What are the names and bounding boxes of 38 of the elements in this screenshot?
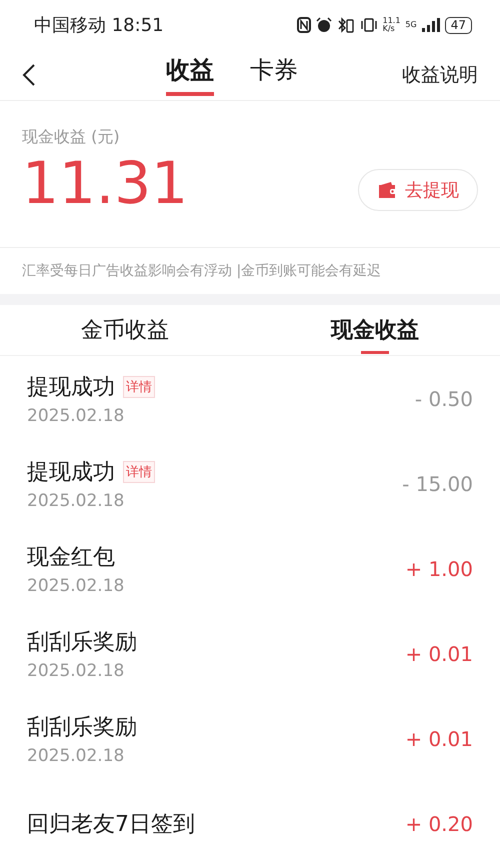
record-date: 2025.02.18 bbox=[27, 660, 126, 681]
battery-level: 47 bbox=[444, 16, 472, 34]
nav-tab[interactable]: 卡券 bbox=[250, 54, 298, 96]
record-title: 刮刮乐奖励 bbox=[27, 714, 137, 742]
earnings-tab[interactable]: 金币收益 bbox=[0, 305, 250, 356]
alarm-icon bbox=[316, 17, 332, 34]
wallet-icon bbox=[377, 180, 397, 199]
record-amount: - 0.50 bbox=[414, 386, 473, 411]
record-title: 现金红包 bbox=[27, 544, 115, 572]
record-amount: + 0.01 bbox=[405, 726, 473, 751]
record-date: 2025.02.18 bbox=[27, 490, 126, 511]
details-tag[interactable]: 详情 bbox=[123, 376, 155, 398]
network-type: 5G bbox=[405, 21, 417, 30]
earnings-info-link[interactable]: 收益说明 bbox=[402, 62, 478, 88]
nav-tab[interactable]: 收益 bbox=[166, 54, 214, 96]
record-amount: + 0.20 bbox=[405, 812, 473, 836]
record-amount: + 0.01 bbox=[405, 642, 473, 666]
vibrate-icon bbox=[360, 17, 378, 34]
earnings-tab[interactable]: 现金收益 bbox=[250, 305, 500, 356]
record-date: 2025.02.18 bbox=[27, 576, 124, 596]
details-tag[interactable]: 详情 bbox=[123, 460, 155, 483]
record-date: 2025.02.18 bbox=[27, 406, 126, 426]
record-date: 2025.02.18 bbox=[27, 746, 126, 766]
record-title: 提现成功 bbox=[27, 374, 115, 402]
record-amount: + 1.00 bbox=[405, 556, 473, 581]
record-amount: - 15.00 bbox=[402, 472, 473, 496]
withdraw-button[interactable]: 去提现 bbox=[358, 168, 478, 211]
record-title: 回归老友7日签到 bbox=[27, 810, 195, 839]
signal-icon bbox=[422, 18, 440, 32]
record-title: 提现成功 bbox=[27, 458, 115, 487]
record-title: 刮刮乐奖励 bbox=[27, 628, 137, 657]
balance-amount: 11.31 bbox=[22, 148, 188, 218]
status-bar-text: 中国移动 18:51 bbox=[34, 14, 164, 38]
bluetooth-icon bbox=[336, 17, 355, 34]
balance-label: 现金收益 (元) bbox=[22, 126, 121, 148]
network-speed: 11.1 K/s bbox=[382, 17, 400, 34]
nfc-icon bbox=[296, 17, 311, 34]
exchange-rate-note: 汇率受每日广告收益影响会有浮动 |金币到账可能会有延迟 bbox=[22, 263, 382, 280]
